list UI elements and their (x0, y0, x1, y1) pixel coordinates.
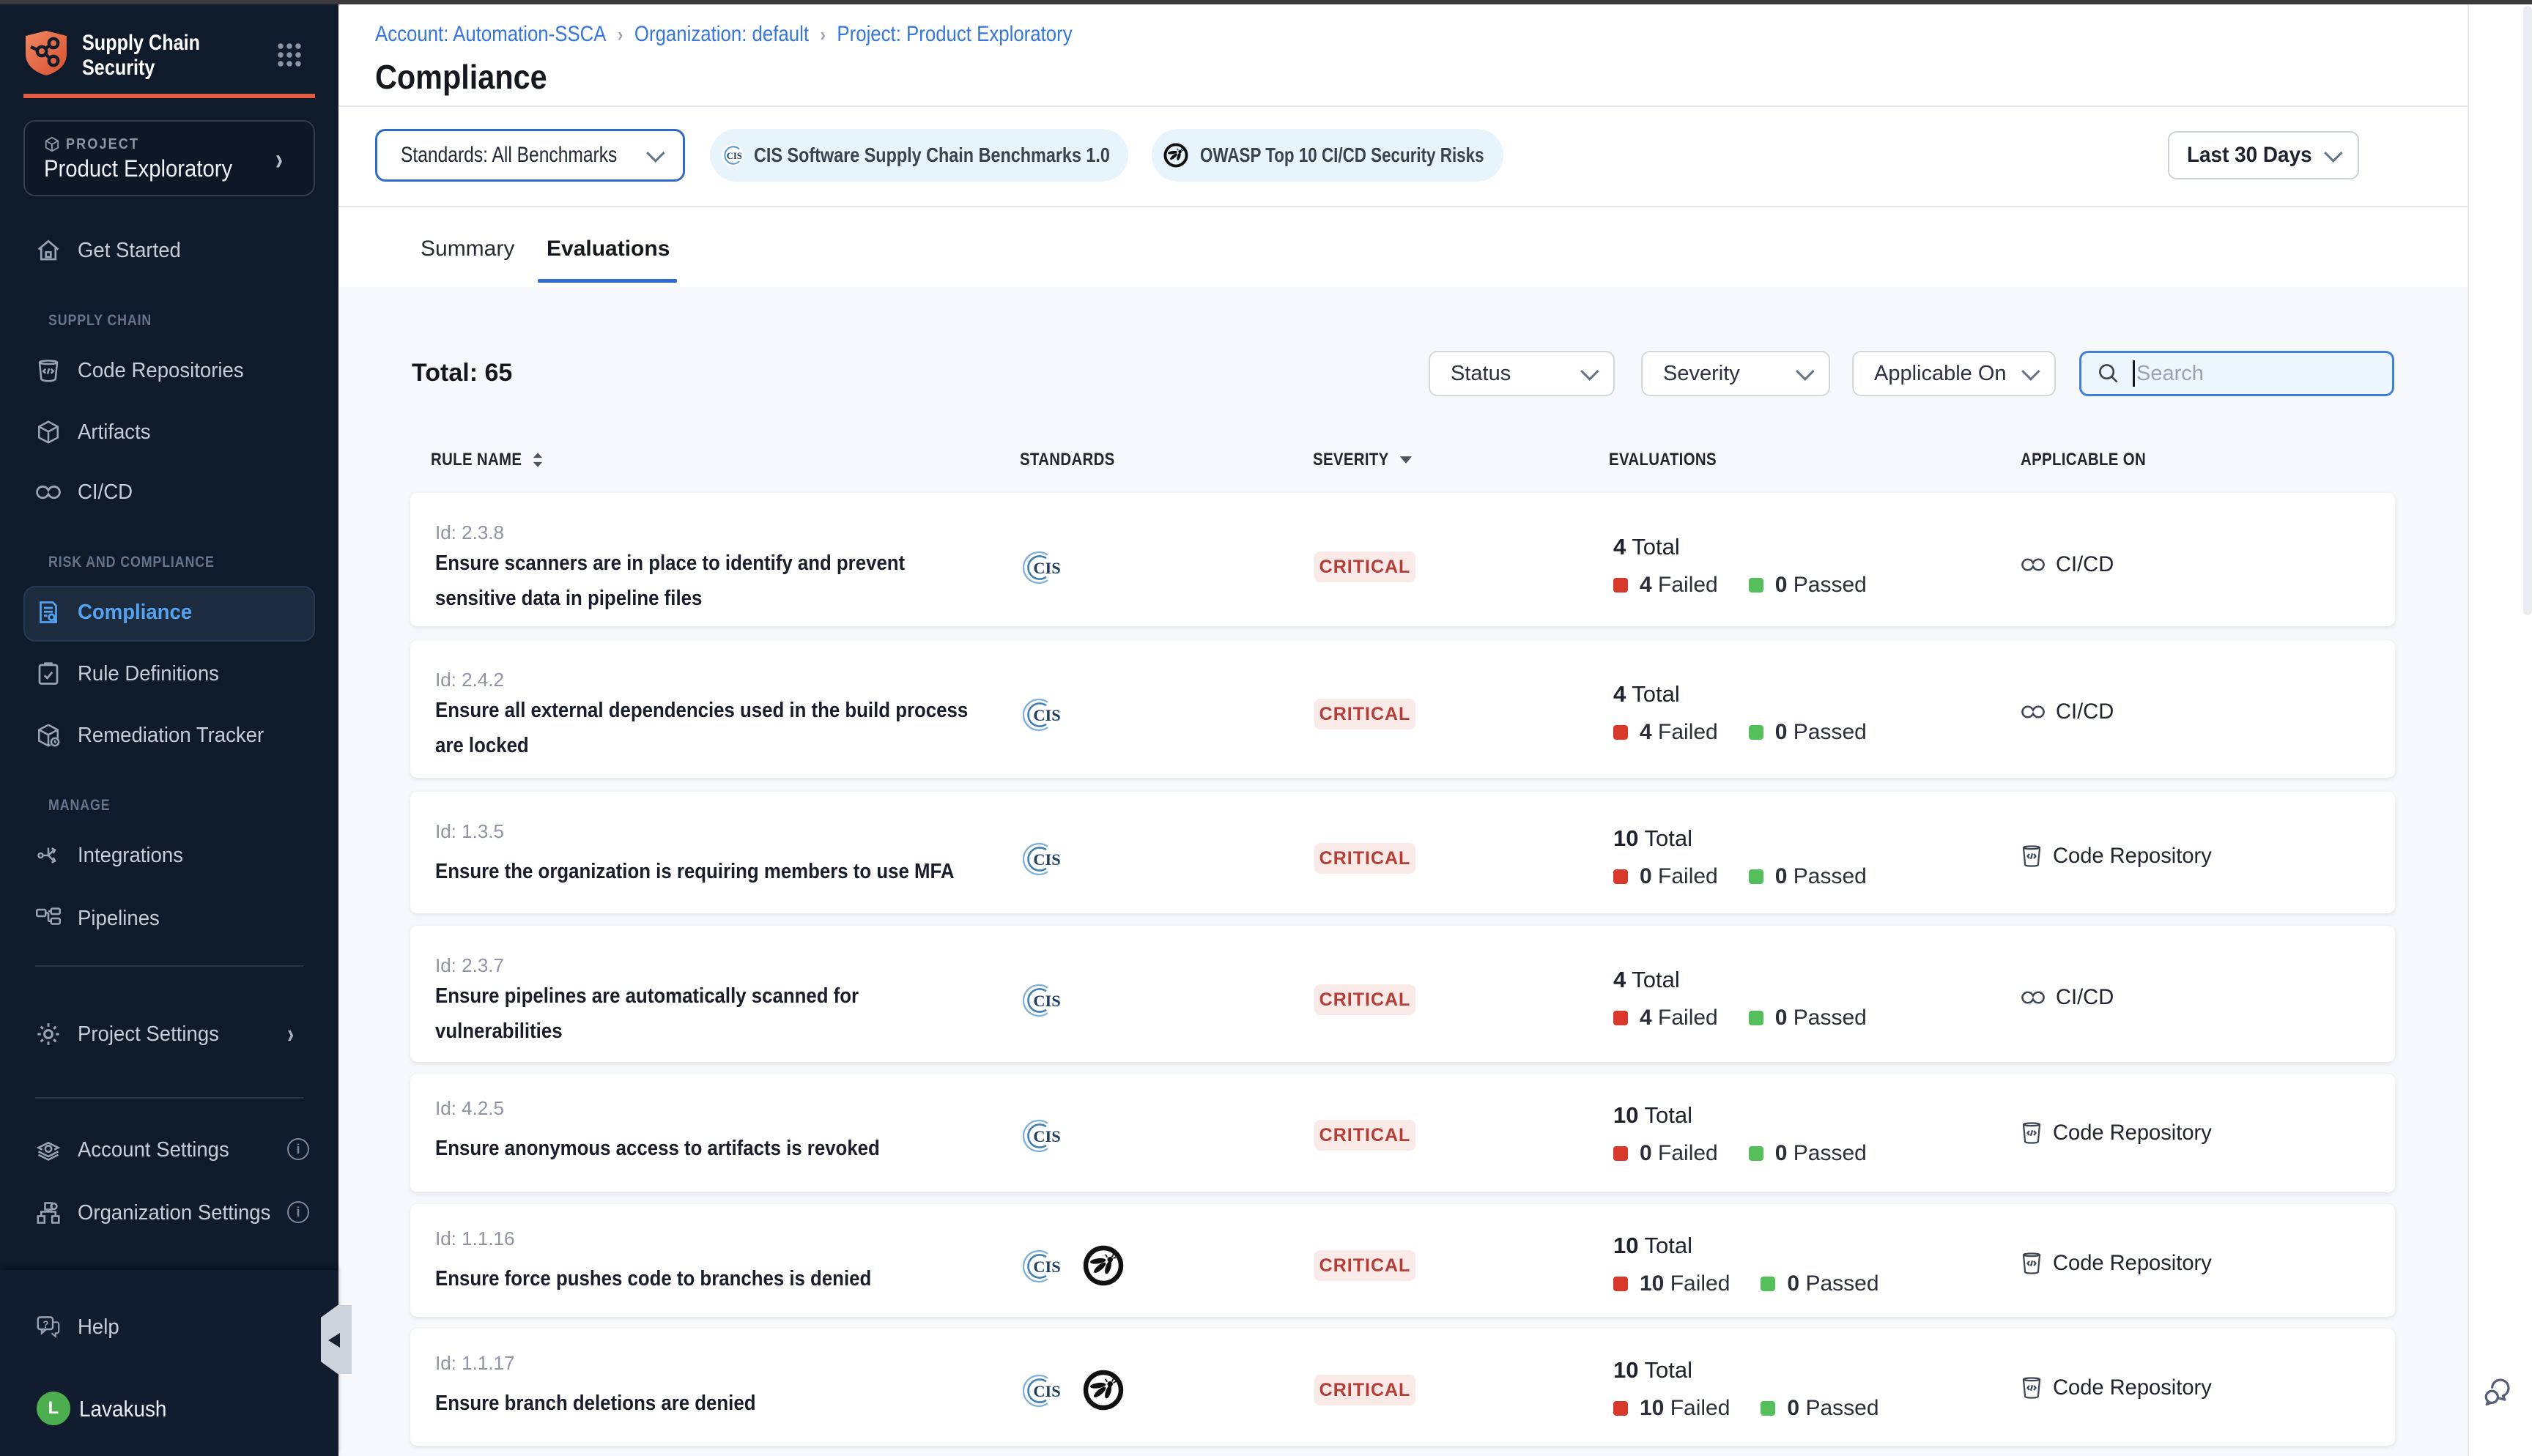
svg-text:CIS: CIS (1033, 559, 1060, 577)
svg-text:CIS: CIS (1033, 1382, 1060, 1400)
svg-text:CIS: CIS (1033, 1258, 1060, 1276)
svg-text:CIS: CIS (1033, 850, 1060, 869)
svg-text:CIS: CIS (1033, 706, 1060, 724)
svg-text:CIS: CIS (1033, 1127, 1060, 1145)
svg-text:CIS: CIS (1033, 992, 1060, 1010)
svg-text:CIS: CIS (727, 151, 742, 161)
svg-text:?: ? (42, 1319, 48, 1330)
